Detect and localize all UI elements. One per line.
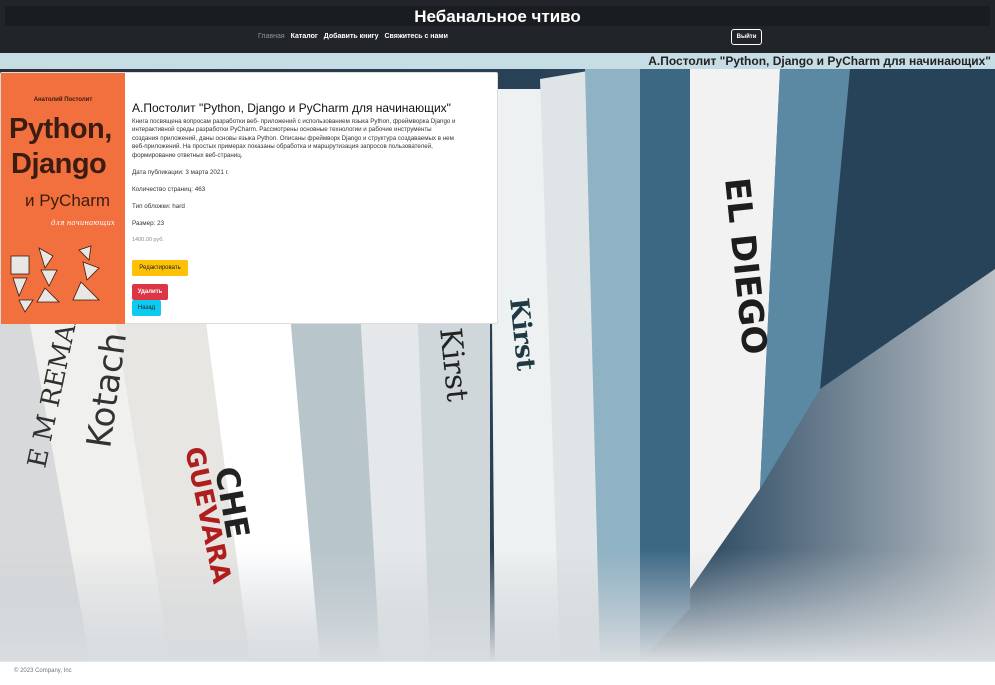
cover-title-line1: Python, xyxy=(9,113,112,145)
nav-catalog[interactable]: Каталог xyxy=(291,32,318,42)
footer xyxy=(0,661,995,685)
nav-add-book[interactable]: Добавить книгу xyxy=(324,32,379,42)
book-title: А.Постолит "Python, Django и PyCharm для… xyxy=(132,101,451,115)
publication-date: Дата публикации: 3 марта 2021 г. xyxy=(132,169,229,177)
book-detail-card: Анатолий Постолит Python, Django и PyCha… xyxy=(0,72,498,324)
cover-author: Анатолий Постолит xyxy=(33,97,93,103)
cover-title-line3: и PyCharm xyxy=(25,191,111,210)
footer-copyright: © 2023 Company, Inc xyxy=(14,668,72,674)
cover-type: Тип обложки: hard xyxy=(132,203,185,211)
page-count: Количество страниц: 463 xyxy=(132,186,206,194)
book-info: А.Постолит "Python, Django и PyCharm для… xyxy=(132,101,492,243)
book-description: Книга посвящена вопросам разработки веб-… xyxy=(132,118,456,159)
nav-contact[interactable]: Свяжитесь с нами xyxy=(384,32,447,42)
nav-home[interactable]: Главная xyxy=(258,32,285,42)
logout-button[interactable]: Выйти xyxy=(731,29,762,45)
page-heading: А.Постолит "Python, Django и PyCharm для… xyxy=(648,54,991,68)
cover-subtitle: для начинающих xyxy=(51,219,115,227)
edit-button[interactable]: Редактировать xyxy=(132,260,188,276)
book-price: 1400.00 руб. xyxy=(132,237,164,244)
navbar: Небанальное чтиво Главная Каталог Добави… xyxy=(0,0,995,53)
tangram-figures-icon xyxy=(10,245,100,313)
delete-button[interactable]: Удалить xyxy=(132,284,168,300)
site-title: Небанальное чтиво xyxy=(414,7,581,26)
book-cover-image: Анатолий Постолит Python, Django и PyCha… xyxy=(1,73,125,324)
cover-title-line2: Django xyxy=(11,148,107,180)
book-size: Размер: 23 xyxy=(132,220,165,228)
back-button[interactable]: Назад xyxy=(132,300,161,316)
main-nav: Главная Каталог Добавить книгу Свяжитесь… xyxy=(258,32,448,42)
